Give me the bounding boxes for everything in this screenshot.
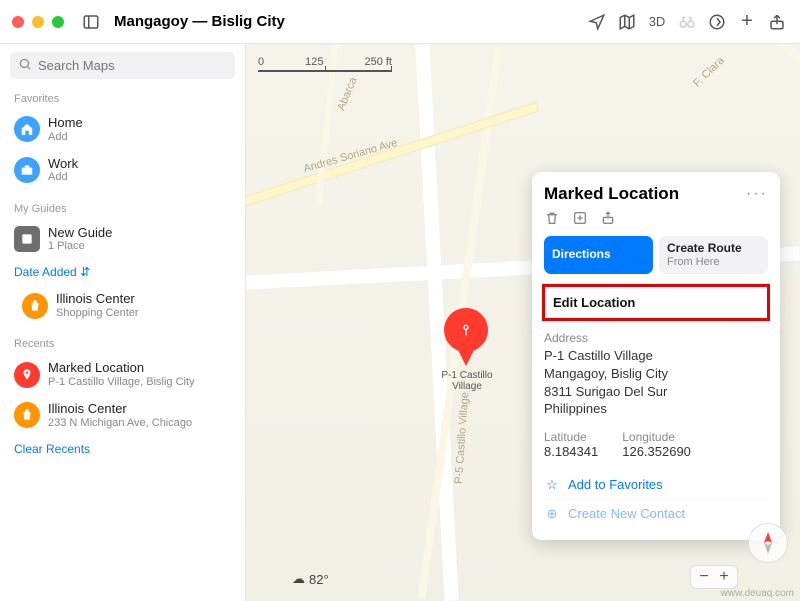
compass-button[interactable]: [748, 523, 788, 563]
pin-label: P-1 Castillo Village: [432, 370, 502, 392]
directions-button[interactable]: Directions: [544, 236, 653, 274]
recent-sub: 233 N Michigan Ave, Chicago: [48, 417, 192, 430]
recent-title: Illinois Center: [48, 401, 192, 417]
create-route-button[interactable]: Create RouteFrom Here: [659, 236, 768, 274]
add-icon[interactable]: +: [736, 11, 758, 33]
add-to-favorites-button[interactable]: ☆Add to Favorites: [544, 471, 768, 499]
pin-icon: [14, 362, 40, 388]
location-info-card: Marked Location ··· Directions Create Ro…: [532, 172, 780, 540]
zoom-out-button[interactable]: −: [695, 568, 713, 586]
star-icon: ☆: [544, 477, 560, 493]
edit-location-button[interactable]: Edit Location: [542, 284, 770, 321]
favorite-sub: Add: [48, 131, 83, 144]
zoom-controls: − +: [690, 565, 738, 589]
card-title: Marked Location: [544, 184, 679, 204]
my-guides-label: My Guides: [10, 203, 235, 215]
address-label: Address: [544, 331, 768, 345]
guide-thumbnail-icon: [14, 226, 40, 252]
road-label: F. Clara: [691, 55, 727, 90]
window-controls: [12, 16, 64, 28]
recents-label: Recents: [10, 338, 235, 350]
recent-sub: P-1 Castillo Village, Bislig City: [48, 376, 195, 389]
place-sub: Shopping Center: [56, 307, 139, 320]
search-input[interactable]: [38, 58, 227, 73]
favorites-label: Favorites: [10, 93, 235, 105]
add-to-icon[interactable]: [572, 210, 588, 226]
guide-item[interactable]: New Guide1 Place: [10, 221, 235, 258]
create-contact-button[interactable]: ⊕Create New Contact: [544, 499, 768, 528]
window-title: Mangagoy — Bislig City: [114, 13, 285, 30]
longitude-block: Longitude126.352690: [622, 430, 691, 459]
fullscreen-window-button[interactable]: [52, 16, 64, 28]
address-block: P-1 Castillo Village Mangagoy, Bislig Ci…: [544, 347, 768, 417]
shopping-bag-icon: [14, 402, 40, 428]
zoom-in-button[interactable]: +: [715, 568, 733, 586]
map-mode-icon[interactable]: [616, 11, 638, 33]
contact-add-icon: ⊕: [544, 506, 560, 522]
favorite-work[interactable]: WorkAdd: [10, 152, 235, 189]
share-icon[interactable]: [766, 11, 788, 33]
road-highlight: [246, 102, 539, 217]
binoculars-icon[interactable]: [676, 11, 698, 33]
delete-icon[interactable]: [544, 210, 560, 226]
close-window-button[interactable]: [12, 16, 24, 28]
sidebar-toggle-icon[interactable]: [80, 11, 102, 33]
road-label: P-5 Castillo Village: [453, 392, 471, 485]
sidebar: Favorites HomeAdd WorkAdd My Guides New …: [0, 44, 246, 601]
weather-indicator[interactable]: ☁82°: [292, 571, 329, 587]
briefcase-icon: [14, 157, 40, 183]
sort-arrows-icon: ⇵: [80, 265, 90, 279]
navigate-icon[interactable]: [586, 11, 608, 33]
favorite-sub: Add: [48, 171, 78, 184]
card-more-button[interactable]: ···: [746, 185, 768, 203]
guide-sort-button[interactable]: Date Added ⇵: [10, 261, 235, 283]
watermark: www.deuaq.com: [721, 588, 794, 599]
latitude-block: Latitude8.184341: [544, 430, 598, 459]
marked-location-pin[interactable]: [444, 308, 488, 352]
recent-marked-location[interactable]: Marked LocationP-1 Castillo Village, Bis…: [10, 356, 235, 393]
cloud-icon: ☁: [292, 571, 305, 587]
clear-recents-button[interactable]: Clear Recents: [10, 438, 235, 460]
titlebar: Mangagoy — Bislig City 3D +: [0, 0, 800, 44]
road: [661, 44, 800, 75]
view-3d-button[interactable]: 3D: [646, 11, 668, 33]
scale-indicator: 0125250 ft: [258, 56, 392, 72]
recent-title: Marked Location: [48, 360, 195, 376]
guide-sub: 1 Place: [48, 240, 112, 253]
place-title: Illinois Center: [56, 291, 139, 307]
recent-illinois-center[interactable]: Illinois Center233 N Michigan Ave, Chica…: [10, 397, 235, 434]
shopping-bag-icon: [22, 293, 48, 319]
favorite-home[interactable]: HomeAdd: [10, 111, 235, 148]
directions-icon[interactable]: [706, 11, 728, 33]
search-icon: [18, 57, 32, 74]
favorite-title: Home: [48, 115, 83, 131]
guide-place-item[interactable]: Illinois CenterShopping Center: [10, 287, 235, 324]
road-label: Abarca: [335, 76, 359, 113]
card-share-icon[interactable]: [600, 210, 616, 226]
map-canvas[interactable]: Andres Soriano Ave P-5 Castillo Village …: [246, 44, 800, 601]
guide-title: New Guide: [48, 225, 112, 241]
search-field[interactable]: [10, 52, 235, 79]
favorite-title: Work: [48, 156, 78, 172]
minimize-window-button[interactable]: [32, 16, 44, 28]
home-icon: [14, 116, 40, 142]
